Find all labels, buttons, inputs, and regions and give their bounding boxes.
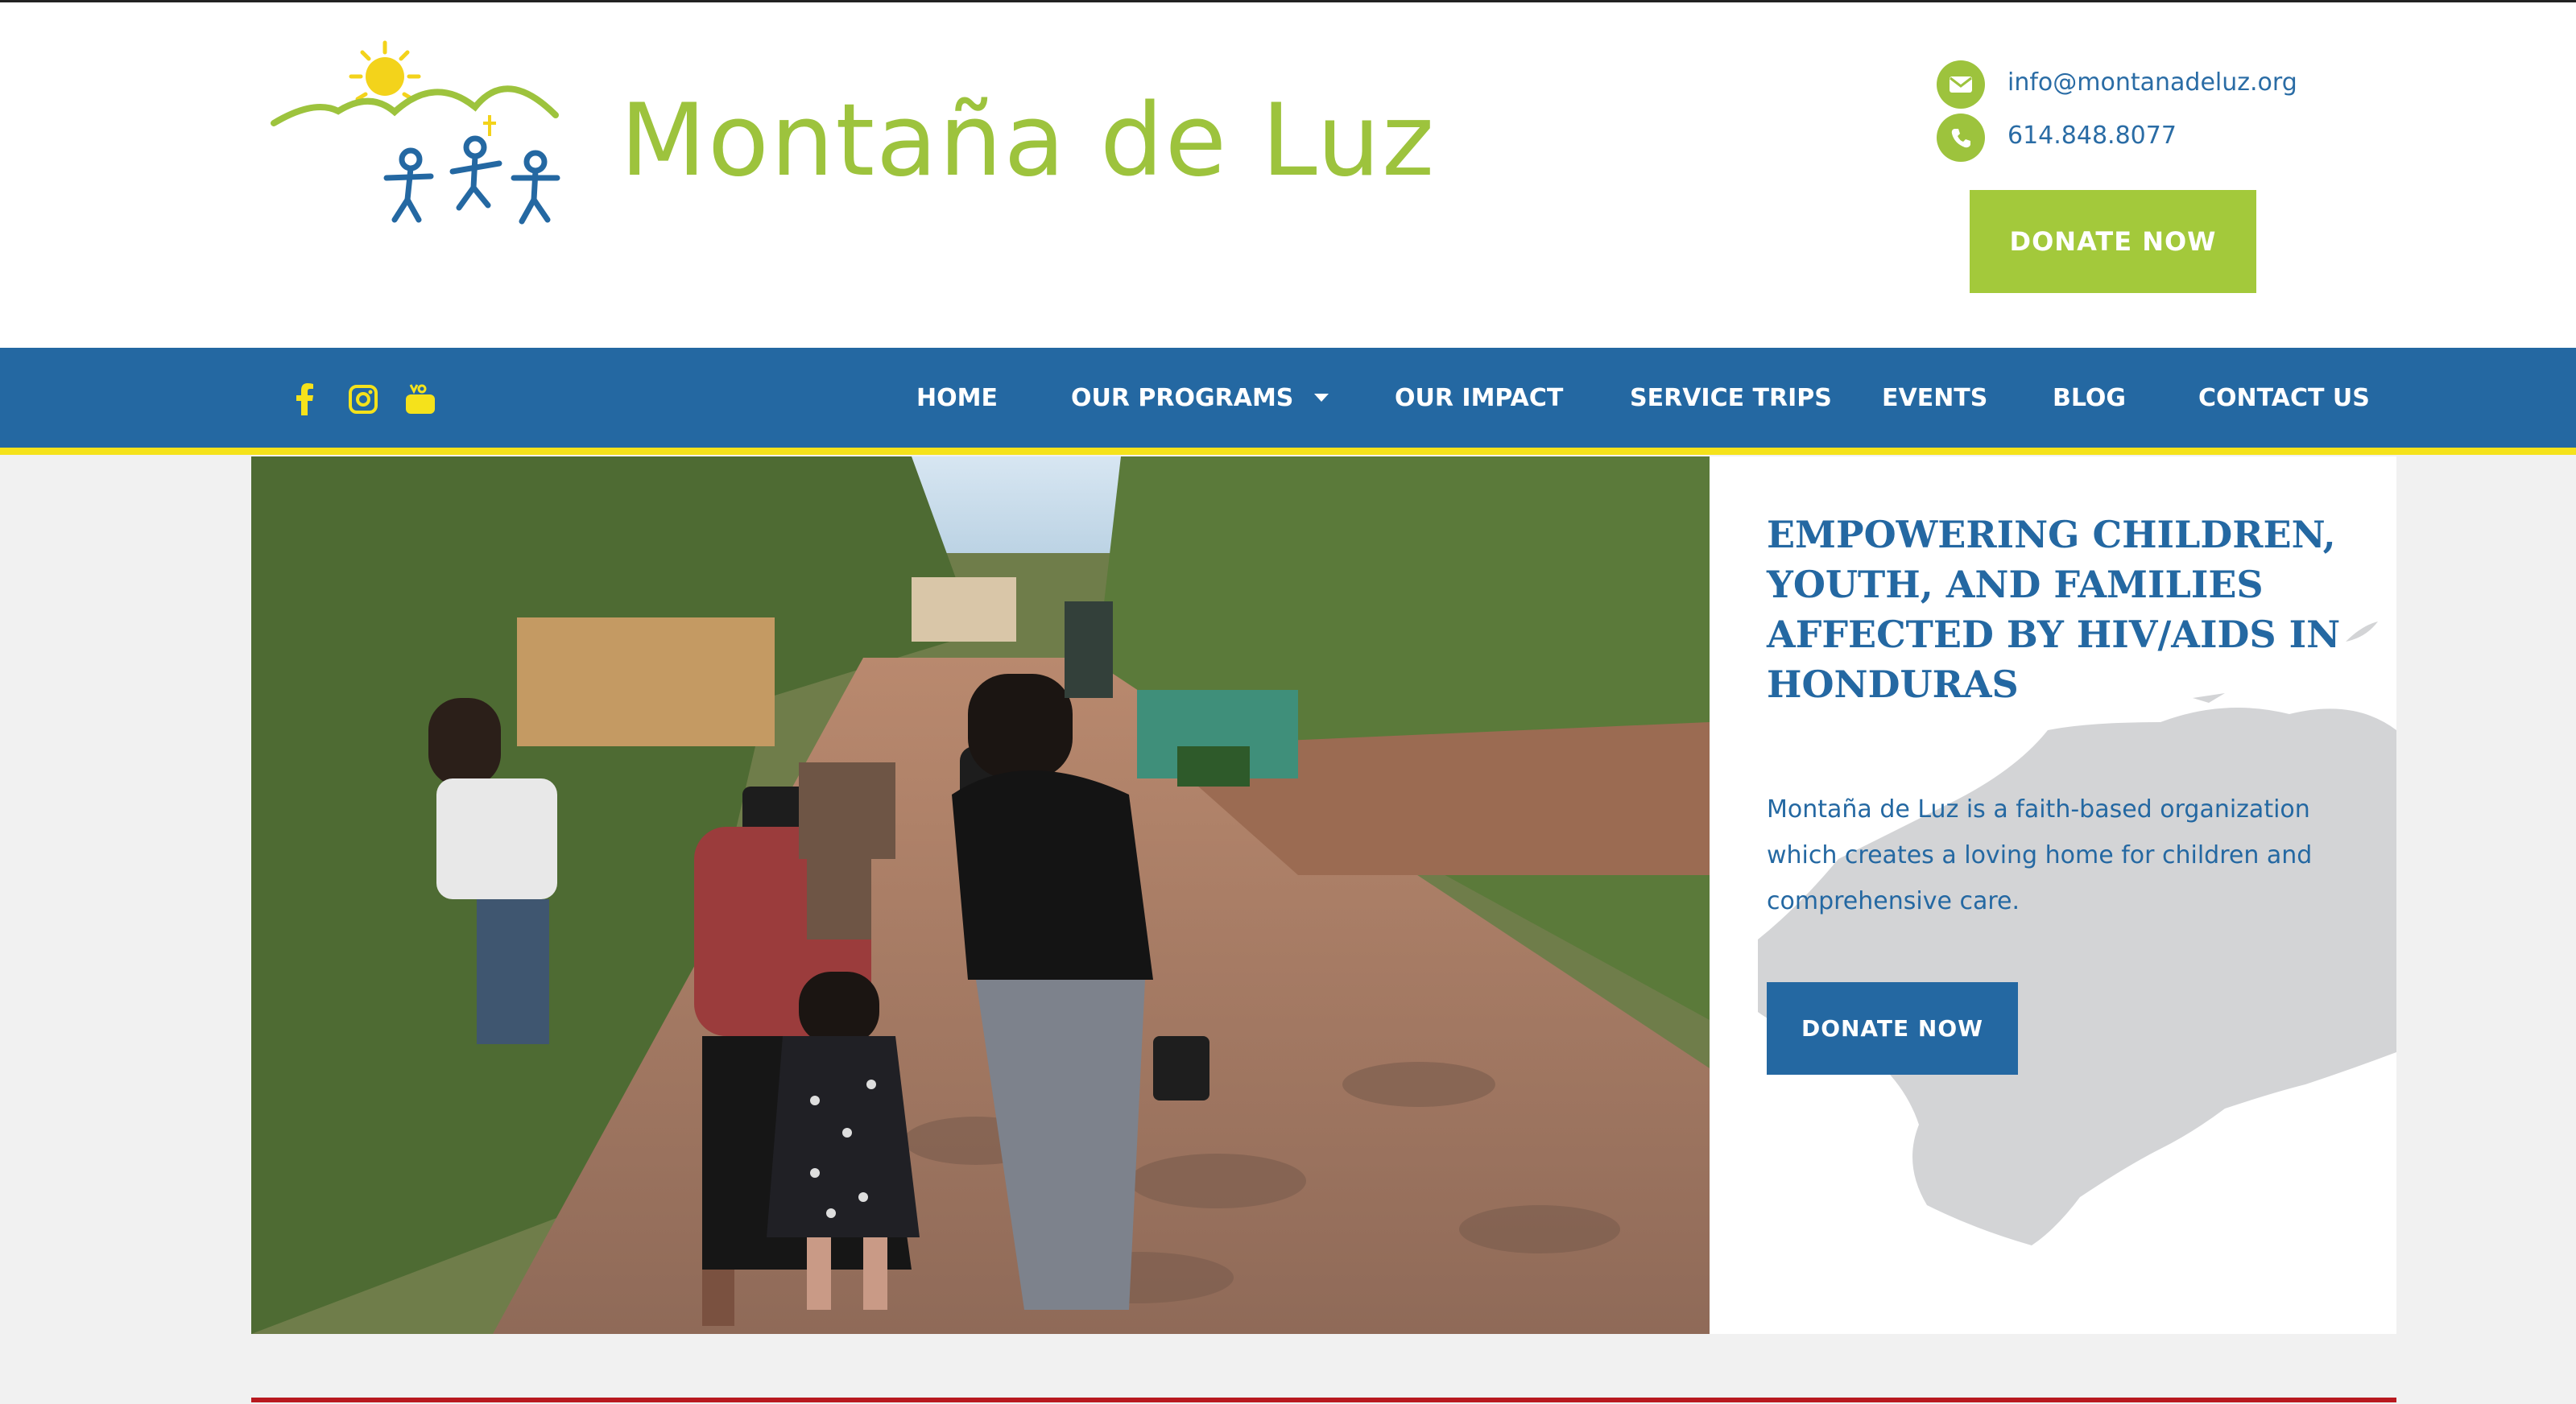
hero-photo (251, 456, 1710, 1334)
nav-label-blog: BLOG (2053, 383, 2127, 412)
logo-mark-icon (271, 40, 560, 225)
hero-panel: EMPOWERING CHILDREN, YOUTH, AND FAMILIES… (1710, 456, 2396, 1334)
hero-donate-button[interactable]: DONATE NOW (1767, 982, 2018, 1075)
hero-description: Montaña de Luz is a faith-based organiza… (1767, 795, 2313, 915)
nav-item-our-programs[interactable]: OUR PROGRAMS (1071, 348, 1329, 448)
contact-info: info@montanadeluz.org 614.848.8077 (1937, 59, 2420, 165)
nav-item-blog[interactable]: BLOG (2053, 348, 2126, 448)
site-header: Montaña de Luz info@montanadeluz.org 614… (0, 2, 2576, 348)
email-link[interactable]: info@montanadeluz.org (2007, 68, 2297, 97)
phone-row[interactable]: 614.848.8077 (1937, 112, 2420, 165)
nav-label-our-programs: OUR PROGRAMS (1071, 383, 1294, 412)
hero-title: EMPOWERING CHILDREN, YOUTH, AND FAMILIES… (1767, 513, 2341, 706)
envelope-icon (1937, 60, 1985, 109)
instagram-icon[interactable] (344, 380, 382, 419)
nav-item-events[interactable]: EVENTS (1882, 348, 1987, 448)
main-nav: HOME OUR PROGRAMS OUR IMPACT SERVICE TRI… (0, 348, 2576, 448)
facebook-icon[interactable] (285, 380, 324, 419)
nav-item-home[interactable]: HOME (916, 348, 998, 448)
nav-label-events: EVENTS (1882, 383, 1988, 412)
phone-link[interactable]: 614.848.8077 (2007, 122, 2177, 150)
header-donate-button[interactable]: DONATE NOW (1970, 190, 2256, 293)
youtube-icon[interactable] (401, 380, 440, 419)
caret-down-icon (1314, 394, 1329, 402)
logo-wordmark: Montaña de Luz (620, 83, 1437, 199)
nav-item-service-trips[interactable]: SERVICE TRIPS (1630, 348, 1832, 448)
nav-label-our-impact: OUR IMPACT (1395, 383, 1564, 412)
nav-label-service-trips: SERVICE TRIPS (1630, 383, 1832, 412)
email-row[interactable]: info@montanadeluz.org (1937, 59, 2420, 112)
section-divider (251, 1398, 2396, 1402)
nav-item-contact-us[interactable]: CONTACT US (2198, 348, 2370, 448)
nav-label-contact-us: CONTACT US (2198, 383, 2370, 412)
site-logo[interactable]: Montaña de Luz (266, 35, 1434, 228)
nav-item-our-impact[interactable]: OUR IMPACT (1395, 348, 1563, 448)
nav-accent-line (0, 448, 2576, 455)
phone-icon (1937, 114, 1985, 162)
nav-label-home: HOME (916, 383, 998, 412)
